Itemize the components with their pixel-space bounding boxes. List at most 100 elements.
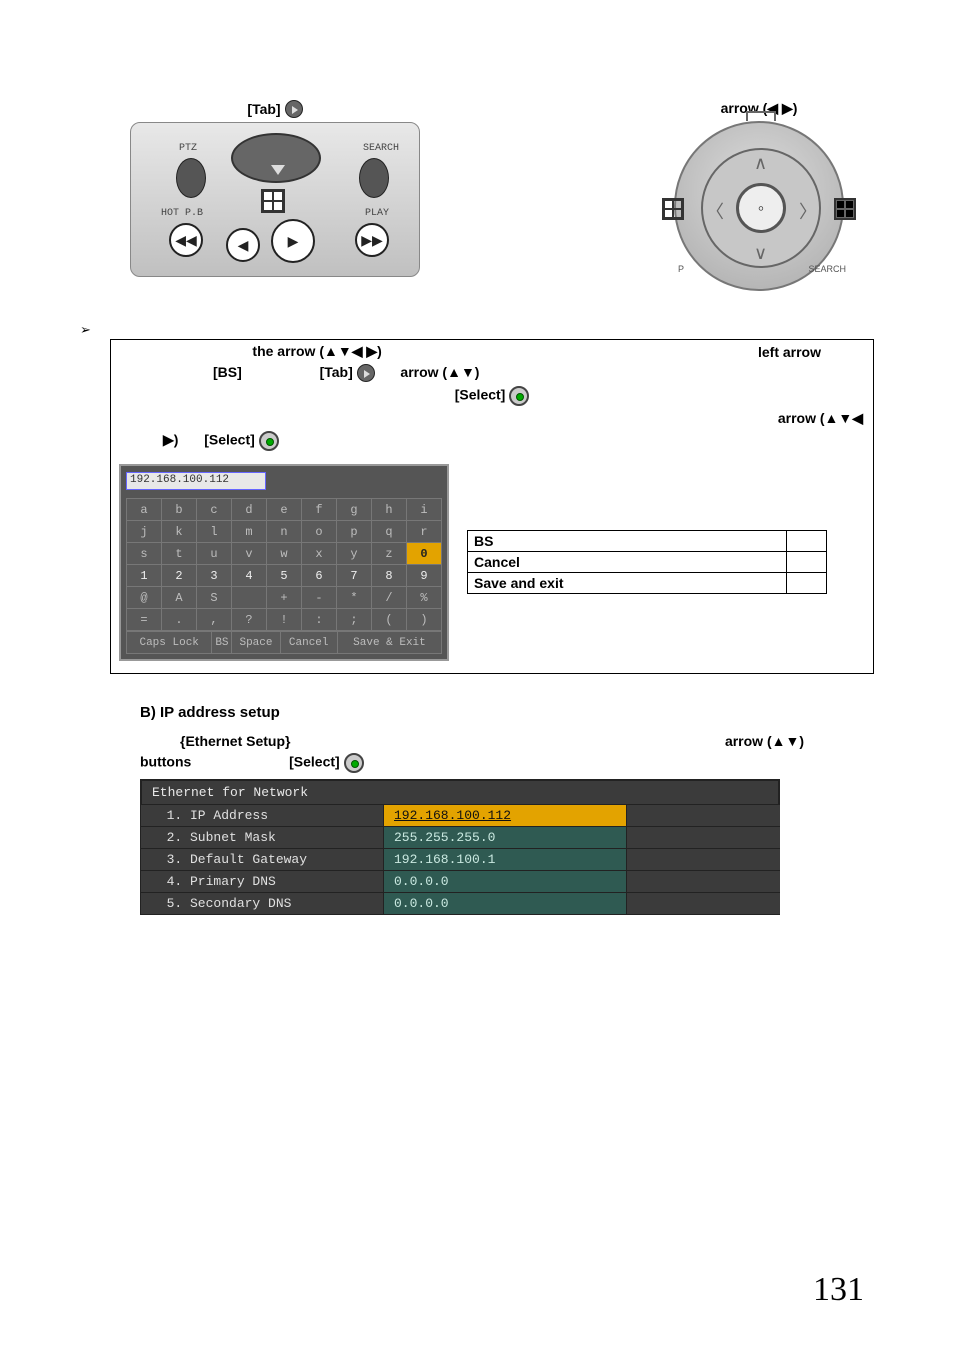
osk-cancel-key[interactable]: Cancel xyxy=(280,632,337,654)
eth-row-value[interactable]: 192.168.100.112 xyxy=(384,805,627,827)
circle-pad-illustration: ◦ ∧ ∨ 〈 〉 P SEARCH xyxy=(674,121,844,291)
osk-key[interactable]: S xyxy=(197,587,232,609)
tab-next-icon xyxy=(285,100,303,118)
osk-key[interactable]: p xyxy=(337,521,372,543)
osk-key[interactable]: q xyxy=(372,521,407,543)
eth-row-label[interactable]: 2. Subnet Mask xyxy=(141,827,384,849)
grid-right-icon xyxy=(834,198,856,220)
ethernet-window-title: Ethernet for Network xyxy=(140,779,780,804)
osk-key[interactable]: m xyxy=(232,521,267,543)
explain-value xyxy=(786,573,826,594)
osk-key[interactable]: = xyxy=(127,609,162,631)
rule5-tri: ▶) xyxy=(163,432,178,448)
osk-save-key[interactable]: Save & Exit xyxy=(337,632,441,654)
circle-search-label: SEARCH xyxy=(808,264,846,274)
tab-label-text: [Tab] xyxy=(247,101,280,117)
osk-key[interactable]: : xyxy=(302,609,337,631)
osk-key[interactable]: o xyxy=(302,521,337,543)
osk-key[interactable]: 8 xyxy=(372,565,407,587)
osk-key[interactable]: n xyxy=(267,521,302,543)
osk-key[interactable]: % xyxy=(407,587,442,609)
osk-key[interactable]: e xyxy=(267,499,302,521)
eth-row-label[interactable]: 1. IP Address xyxy=(141,805,384,827)
page: [Tab] PTZ SEARCH HOT P.B PLAY ◀◀ ◀ ▶ ▶▶ … xyxy=(0,0,954,1349)
osk-key[interactable]: 1 xyxy=(127,565,162,587)
osk-key[interactable]: ? xyxy=(232,609,267,631)
eth-row-value[interactable]: 192.168.100.1 xyxy=(384,849,627,871)
osk-key[interactable]: k xyxy=(162,521,197,543)
osk-key[interactable]: 9 xyxy=(407,565,442,587)
remote-prev-icon: ◀ xyxy=(226,228,260,262)
osk-key[interactable]: 5 xyxy=(267,565,302,587)
eth-row-label[interactable]: 3. Default Gateway xyxy=(141,849,384,871)
select-icon-3 xyxy=(344,753,364,773)
osk-key[interactable]: x xyxy=(302,543,337,565)
osk-key[interactable]: 7 xyxy=(337,565,372,587)
osk-bs-key[interactable]: BS xyxy=(212,632,232,654)
osk-key[interactable]: l xyxy=(197,521,232,543)
eth-row-label[interactable]: 4. Primary DNS xyxy=(141,871,384,893)
osk-key[interactable]: y xyxy=(337,543,372,565)
osk-key[interactable] xyxy=(232,587,267,609)
osk-explain-table: BSCancelSave and exit xyxy=(467,530,827,594)
circle-top-slot-icon xyxy=(746,111,776,121)
osk-key[interactable]: c xyxy=(197,499,232,521)
remote-hotpb-label: HOT P.B xyxy=(161,208,203,219)
osk-key[interactable]: + xyxy=(267,587,302,609)
osk-key[interactable]: w xyxy=(267,543,302,565)
osk-key[interactable]: , xyxy=(197,609,232,631)
osk-key[interactable]: / xyxy=(372,587,407,609)
osk-key[interactable]: s xyxy=(127,543,162,565)
osk-key[interactable]: v xyxy=(232,543,267,565)
eth-row-pad xyxy=(627,871,781,893)
explain-value xyxy=(786,531,826,552)
rule5-select: [Select] xyxy=(204,432,255,448)
osk-key[interactable]: d xyxy=(232,499,267,521)
osk-key[interactable]: ; xyxy=(337,609,372,631)
osk-key[interactable]: A xyxy=(162,587,197,609)
osk-key[interactable]: @ xyxy=(127,587,162,609)
osk-key[interactable]: * xyxy=(337,587,372,609)
osk-key[interactable]: 3 xyxy=(197,565,232,587)
osk-key[interactable]: ) xyxy=(407,609,442,631)
osk-grid: abcdefghi jklmnopqr stuvwxyz0 123456789 @AS +… xyxy=(126,498,442,631)
osk-key[interactable]: a xyxy=(127,499,162,521)
osk-key[interactable]: ( xyxy=(372,609,407,631)
osk-key[interactable]: z xyxy=(372,543,407,565)
remote-dpad-icon xyxy=(231,133,321,183)
osk-key[interactable]: 2 xyxy=(162,565,197,587)
osk-key[interactable]: t xyxy=(162,543,197,565)
osk-key[interactable]: 6 xyxy=(302,565,337,587)
remote-play-label: PLAY xyxy=(365,208,389,219)
osk-space-key[interactable]: Space xyxy=(232,632,280,654)
osk-capslock-key[interactable]: Caps Lock xyxy=(127,632,212,654)
tab-label: [Tab] xyxy=(247,100,302,118)
eth-row-value[interactable]: 0.0.0.0 xyxy=(384,871,627,893)
tab-next-icon-2 xyxy=(357,364,375,382)
osk-key[interactable]: j xyxy=(127,521,162,543)
bullet-icon: ➢ xyxy=(80,322,91,337)
osk-key[interactable]: i xyxy=(407,499,442,521)
remote-play-icon: ▶ xyxy=(271,219,315,263)
eth-row-value[interactable]: 255.255.255.0 xyxy=(384,827,627,849)
osk-key[interactable]: b xyxy=(162,499,197,521)
top-diagrams-row: [Tab] PTZ SEARCH HOT P.B PLAY ◀◀ ◀ ▶ ▶▶ … xyxy=(130,100,844,291)
osk-key[interactable]: r xyxy=(407,521,442,543)
eth-row-pad xyxy=(627,805,781,827)
eth-row-value[interactable]: 0.0.0.0 xyxy=(384,893,627,915)
osk-key[interactable]: h xyxy=(372,499,407,521)
osk-key[interactable]: 0 xyxy=(407,543,442,565)
eth-row-label[interactable]: 5. Secondary DNS xyxy=(141,893,384,915)
arrow-ud-label: arrow (▲▼) xyxy=(725,733,804,749)
osk-key[interactable]: f xyxy=(302,499,337,521)
osk-input[interactable]: 192.168.100.112 xyxy=(126,472,266,490)
osk-key[interactable]: . xyxy=(162,609,197,631)
osk-key[interactable]: 4 xyxy=(232,565,267,587)
osk-key[interactable]: u xyxy=(197,543,232,565)
osk-key[interactable]: g xyxy=(337,499,372,521)
osk-key[interactable]: ! xyxy=(267,609,302,631)
remote-forward-icon: ▶▶ xyxy=(355,223,389,257)
osk-key[interactable]: - xyxy=(302,587,337,609)
explain-key: Save and exit xyxy=(468,573,787,594)
select-label: [Select] xyxy=(289,754,340,770)
